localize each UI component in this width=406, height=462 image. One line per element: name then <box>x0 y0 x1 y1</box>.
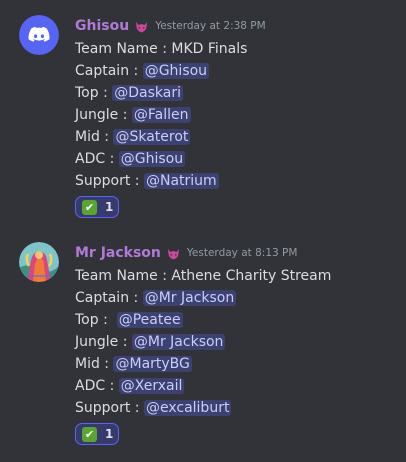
line-label: Captain : <box>75 63 143 79</box>
line-label: Support : <box>75 400 144 416</box>
discord-logo-icon <box>19 15 59 55</box>
demon-mask-icon[interactable] <box>134 19 149 34</box>
message-content: Team Name : MKD Finals Captain : @Ghisou… <box>75 38 247 192</box>
message-content: Team Name : Athene Charity Stream Captai… <box>75 265 331 419</box>
reaction-button[interactable]: ✔ 1 <box>75 196 119 218</box>
message-line: Mid : @MartyBG <box>75 353 331 375</box>
reaction-count: 1 <box>105 200 114 214</box>
line-text: Team Name : Athene Charity Stream <box>75 268 332 284</box>
message-line: Mid : @Skaterot <box>75 126 247 148</box>
message-line: ADC : @Ghisou <box>75 148 247 170</box>
message-line: Captain : @Mr Jackson <box>75 287 331 309</box>
line-label: Mid : <box>75 356 114 372</box>
painted-figure-avatar <box>19 242 59 282</box>
user-mention[interactable]: @MartyBG <box>113 356 192 372</box>
timestamp: Yesterday at 2:38 PM <box>155 20 266 32</box>
reaction-button[interactable]: ✔ 1 <box>75 423 119 445</box>
message-line: Support : @Natrium <box>75 170 247 192</box>
message-line: Jungle : @Fallen <box>75 104 247 126</box>
timestamp: Yesterday at 8:13 PM <box>186 247 298 259</box>
username[interactable]: Mr Jackson <box>75 245 161 261</box>
message-line: Team Name : MKD Finals <box>75 38 247 60</box>
message-line: Support : @excaliburt <box>75 397 331 419</box>
demon-mask-icon[interactable] <box>166 246 181 261</box>
message-header: Mr Jackson Yesterday at 8:13 PM <box>75 243 297 263</box>
message-line: Jungle : @Mr Jackson <box>75 331 331 353</box>
line-label: Jungle : <box>75 334 132 350</box>
check-mark-button-emoji: ✔ <box>82 426 97 442</box>
message-line: Top : @Peatee <box>75 309 331 331</box>
message-header: Ghisou Yesterday at 2:38 PM <box>75 16 266 36</box>
user-mention[interactable]: @Ghisou <box>118 151 186 167</box>
avatar[interactable] <box>19 15 59 55</box>
avatar[interactable] <box>19 242 59 282</box>
message-line: Top : @Daskari <box>75 82 247 104</box>
username[interactable]: Ghisou <box>75 18 129 34</box>
line-label: Top : <box>75 85 113 101</box>
message-line: Captain : @Ghisou <box>75 60 247 82</box>
line-label: Support : <box>75 173 144 189</box>
user-mention[interactable]: @Ghisou <box>142 63 210 79</box>
line-label: ADC : <box>75 151 119 167</box>
line-text: Team Name : MKD Finals <box>75 41 248 57</box>
message-line: Team Name : Athene Charity Stream <box>75 265 331 287</box>
user-mention[interactable]: @Mr Jackson <box>131 334 226 350</box>
line-label: ADC : <box>75 378 119 394</box>
line-label: Top : <box>75 312 117 328</box>
check-mark-button-emoji: ✔ <box>82 199 97 215</box>
line-label: Captain : <box>75 290 143 306</box>
user-mention[interactable]: @Daskari <box>112 85 183 101</box>
user-mention[interactable]: @Skaterot <box>113 129 191 145</box>
user-mention[interactable]: @Mr Jackson <box>142 290 237 306</box>
line-label: Jungle : <box>75 107 132 123</box>
line-label: Mid : <box>75 129 114 145</box>
user-mention[interactable]: @Natrium <box>143 173 219 189</box>
user-mention[interactable]: @Xerxail <box>118 378 185 394</box>
user-mention[interactable]: @Peatee <box>116 312 183 328</box>
user-mention[interactable]: @excaliburt <box>143 400 232 416</box>
reaction-count: 1 <box>105 427 114 441</box>
user-mention[interactable]: @Fallen <box>131 107 191 123</box>
message-line: ADC : @Xerxail <box>75 375 331 397</box>
